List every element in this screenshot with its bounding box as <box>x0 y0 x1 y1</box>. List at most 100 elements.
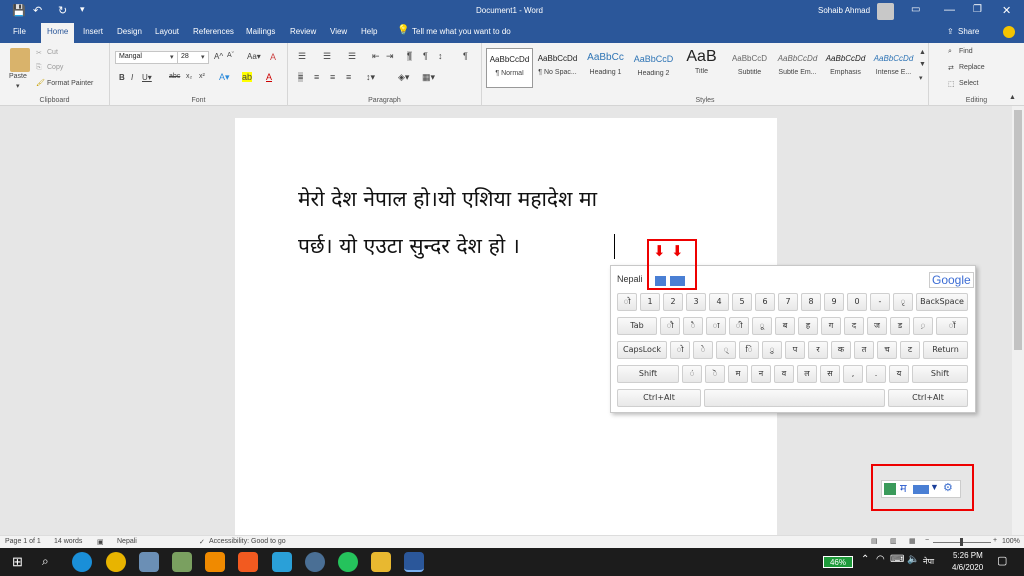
scrollbar-thumb[interactable] <box>1014 110 1022 350</box>
key-row3-6[interactable]: प <box>785 341 805 359</box>
collapse-ribbon-icon[interactable]: ▲ <box>1009 94 1016 101</box>
key-row1-5[interactable]: 5 <box>732 293 752 311</box>
key-row4-4[interactable]: न <box>751 365 771 383</box>
highlight-icon[interactable]: ab <box>242 72 253 82</box>
text-effects-icon[interactable]: A▾ <box>219 72 230 83</box>
copy-icon[interactable]: ⎘ <box>36 64 42 72</box>
style-title[interactable]: AaB Title <box>678 48 725 88</box>
input-language[interactable]: नेपा <box>923 556 934 567</box>
key-row3-2[interactable]: े <box>693 341 713 359</box>
cut-icon[interactable]: ✂ <box>36 49 42 57</box>
user-name[interactable]: Sohaib Ahmad <box>818 6 870 15</box>
app-icon[interactable] <box>272 552 292 572</box>
key-row1-0[interactable]: ो <box>617 293 637 311</box>
select-icon[interactable]: ⬚ <box>948 80 955 88</box>
cut-button[interactable]: Cut <box>47 49 58 56</box>
styles-scroll-up-icon[interactable]: ▲ <box>919 49 926 56</box>
network-app-icon[interactable] <box>139 552 159 572</box>
key-row1-10[interactable]: 0 <box>847 293 867 311</box>
key-row1-11[interactable]: - <box>870 293 890 311</box>
copy-button[interactable]: Copy <box>47 64 63 71</box>
share-icon[interactable]: ⇪ <box>947 27 954 36</box>
word-count[interactable]: 14 words <box>54 538 82 545</box>
paste-button[interactable]: Paste <box>9 73 27 80</box>
wifi-icon[interactable]: ◠ <box>876 554 885 565</box>
app-icon[interactable] <box>172 552 192 572</box>
find-icon[interactable]: ⌕ <box>948 48 952 56</box>
chrome-icon[interactable] <box>106 552 126 572</box>
key-row2-10[interactable]: ज <box>867 317 887 335</box>
justify-icon[interactable]: ≡ <box>346 72 351 82</box>
tab-design[interactable]: Design <box>117 27 142 36</box>
clock-date[interactable]: 4/6/2020 <box>952 563 983 572</box>
key-tab[interactable]: Tab <box>617 317 657 335</box>
accessibility-icon[interactable]: ✓ <box>199 538 205 546</box>
key-row1-3[interactable]: 3 <box>686 293 706 311</box>
vertical-scrollbar[interactable] <box>1012 106 1024 535</box>
key-row1-6[interactable]: 6 <box>755 293 775 311</box>
tab-home[interactable]: Home <box>41 23 75 43</box>
align-right-icon[interactable]: ≡ <box>330 72 335 82</box>
accessibility-status[interactable]: Accessibility: Good to go <box>209 538 286 545</box>
ribbon-display-icon[interactable]: ▭ <box>911 4 920 15</box>
key-row2-4[interactable]: ी <box>729 317 749 335</box>
key-row1-7[interactable]: 7 <box>778 293 798 311</box>
paste-dropdown-icon[interactable]: ▾ <box>16 82 20 90</box>
key-row2-7[interactable]: ह <box>798 317 818 335</box>
rtl-icon[interactable]: ¶ <box>423 51 428 61</box>
key-row4-10[interactable]: य <box>889 365 909 383</box>
key-row3-7[interactable]: र <box>808 341 828 359</box>
xampp-icon[interactable] <box>205 552 225 572</box>
style-intense-emphasis[interactable]: AaBbCcDd Intense E... <box>870 48 917 88</box>
find-button[interactable]: Find <box>959 48 973 55</box>
key-row4-2[interactable]: ॆ <box>705 365 725 383</box>
replace-icon[interactable]: ⇄ <box>948 64 954 72</box>
style-emphasis[interactable]: AaBbCcDd Emphasis <box>822 48 869 88</box>
focus-mode-icon[interactable]: ▤ <box>871 537 878 545</box>
zoom-level[interactable]: 100% <box>1002 538 1020 545</box>
show-marks-icon[interactable]: ¶ <box>463 51 468 61</box>
tell-me-search[interactable]: Tell me what you want to do <box>412 27 511 36</box>
select-button[interactable]: Select <box>959 80 978 87</box>
document-line-2[interactable]: पर्छ। यो एउटा सुन्दर देश हो । <box>298 232 520 260</box>
style-heading-1[interactable]: AaBbCc Heading 1 <box>582 48 629 88</box>
key-row3-10[interactable]: च <box>877 341 897 359</box>
tab-review[interactable]: Review <box>290 27 316 36</box>
language-status[interactable]: Nepali <box>117 538 137 545</box>
replace-button[interactable]: Replace <box>959 64 985 71</box>
notifications-icon[interactable]: ▢ <box>997 554 1007 567</box>
ime-dropdown-icon[interactable]: ▼ <box>930 482 939 492</box>
key-backspace[interactable]: BackSpace <box>916 293 968 311</box>
key-row4-3[interactable]: म <box>728 365 748 383</box>
tray-chevron-icon[interactable]: ⌃ <box>861 554 869 565</box>
zoom-slider-thumb[interactable] <box>960 538 963 546</box>
key-shift-left[interactable]: Shift <box>617 365 679 383</box>
save-icon[interactable]: 💾 <box>12 4 26 17</box>
key-row2-11[interactable]: ड <box>890 317 910 335</box>
key-row2-13[interactable]: ॉ <box>936 317 968 335</box>
wordpress-icon[interactable] <box>305 552 325 572</box>
proofing-icon[interactable]: ▣ <box>97 538 104 546</box>
avatar[interactable] <box>877 3 894 20</box>
style-subtitle[interactable]: AaBbCcD Subtitle <box>726 48 773 88</box>
key-row4-9[interactable]: . <box>866 365 886 383</box>
read-mode-icon[interactable]: ▥ <box>890 537 897 545</box>
strikethrough-icon[interactable]: abc <box>169 73 180 80</box>
key-row1-8[interactable]: 8 <box>801 293 821 311</box>
key-row3-3[interactable]: ् <box>716 341 736 359</box>
decrease-indent-icon[interactable]: ⇤ <box>372 51 380 62</box>
style-heading-2[interactable]: AaBbCcD Heading 2 <box>630 48 677 88</box>
battery-indicator[interactable]: 46% <box>823 556 853 568</box>
zoom-out-icon[interactable]: − <box>925 537 929 544</box>
italic-icon[interactable]: I <box>131 73 133 82</box>
redo-icon[interactable]: ↻ <box>58 4 67 17</box>
borders-icon[interactable]: ▦▾ <box>422 72 435 83</box>
key-row1-9[interactable]: 9 <box>824 293 844 311</box>
share-button[interactable]: Share <box>958 27 979 36</box>
superscript-icon[interactable]: x² <box>199 73 205 80</box>
smiley-icon[interactable] <box>1003 26 1015 38</box>
key-row3-8[interactable]: क <box>831 341 851 359</box>
page-count[interactable]: Page 1 of 1 <box>5 538 41 545</box>
key-row1-1[interactable]: 1 <box>640 293 660 311</box>
key-row1-4[interactable]: 4 <box>709 293 729 311</box>
